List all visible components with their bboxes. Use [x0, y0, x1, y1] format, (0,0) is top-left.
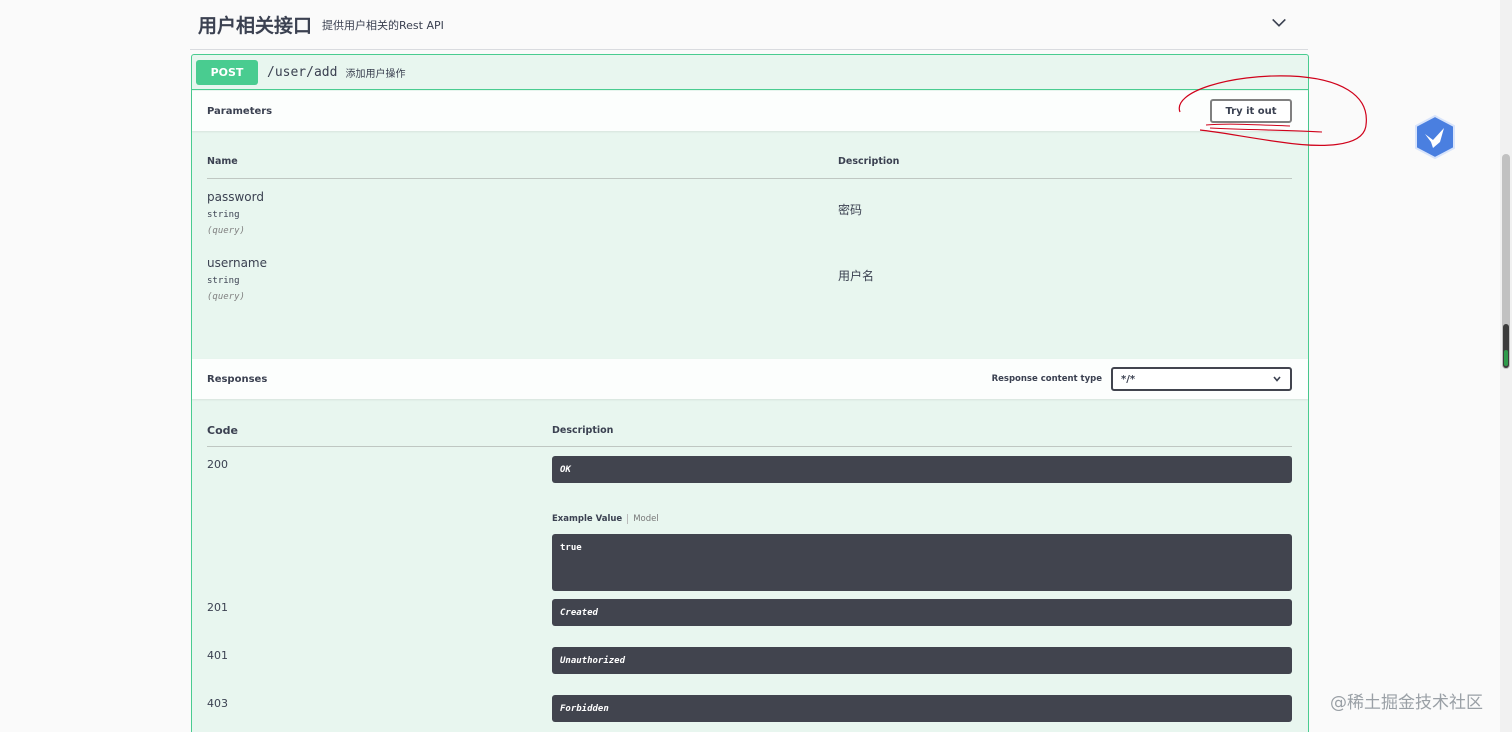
param-location: (query) [207, 292, 245, 302]
tag-header[interactable]: 用户相关接口 提供用户相关的Rest API [190, 0, 1308, 50]
response-code: 201 [207, 601, 228, 614]
watermark-text: @稀土掘金技术社区 [1330, 693, 1483, 713]
param-description: 用户名 [838, 269, 875, 283]
param-location: (query) [207, 226, 245, 236]
tab-example-value[interactable]: Example Value [552, 514, 629, 524]
vertical-scrollbar[interactable] [1500, 0, 1512, 732]
endpoint-summary: 添加用户操作 [345, 68, 406, 80]
tag-title: 用户相关接口 [198, 15, 313, 37]
response-description: Forbidden [552, 695, 1292, 722]
opblock-post: POST /user/add 添加用户操作 Parameters Try it … [191, 54, 1309, 732]
chevron-down-icon[interactable] [1270, 14, 1288, 32]
param-col-name: Name [207, 156, 238, 167]
response-description: Created [552, 599, 1292, 626]
content-type-label: Response content type [991, 374, 1102, 384]
content-type-select[interactable]: */* [1111, 367, 1292, 391]
param-divider [207, 178, 1292, 179]
chevron-down-icon [1273, 376, 1281, 382]
param-name: password [207, 190, 264, 204]
response-description: OK [552, 456, 1292, 483]
param-name: username [207, 256, 267, 270]
tag-description: 提供用户相关的Rest API [322, 18, 444, 32]
try-it-out-button[interactable]: Try it out [1210, 99, 1292, 123]
responses-title: Responses [207, 373, 268, 385]
method-badge: POST [196, 59, 258, 85]
response-code: 200 [207, 458, 228, 471]
responses-header: Responses Response content type */* [192, 359, 1308, 399]
opblock-summary[interactable]: POST /user/add 添加用户操作 [192, 55, 1308, 90]
endpoint-path: /user/add [267, 64, 338, 80]
resp-col-description: Description [552, 425, 614, 436]
response-description: Unauthorized [552, 647, 1292, 674]
param-col-description: Description [838, 156, 900, 167]
parameters-header: Parameters Try it out [192, 91, 1308, 131]
scroll-marker-active [1504, 350, 1508, 366]
example-value-box: true [552, 534, 1292, 591]
content-type-value: */* [1121, 373, 1136, 385]
param-description: 密码 [838, 203, 863, 217]
example-tabs: Example Value Model [552, 514, 659, 524]
resp-col-code: Code [207, 424, 238, 437]
param-type: string [207, 276, 240, 286]
response-code: 401 [207, 649, 228, 662]
tab-model[interactable]: Model [628, 514, 659, 524]
resp-divider [207, 446, 1292, 447]
parameters-title: Parameters [207, 105, 273, 117]
response-code: 403 [207, 697, 228, 710]
bird-hexagon-icon[interactable] [1413, 114, 1457, 160]
param-type: string [207, 210, 240, 220]
